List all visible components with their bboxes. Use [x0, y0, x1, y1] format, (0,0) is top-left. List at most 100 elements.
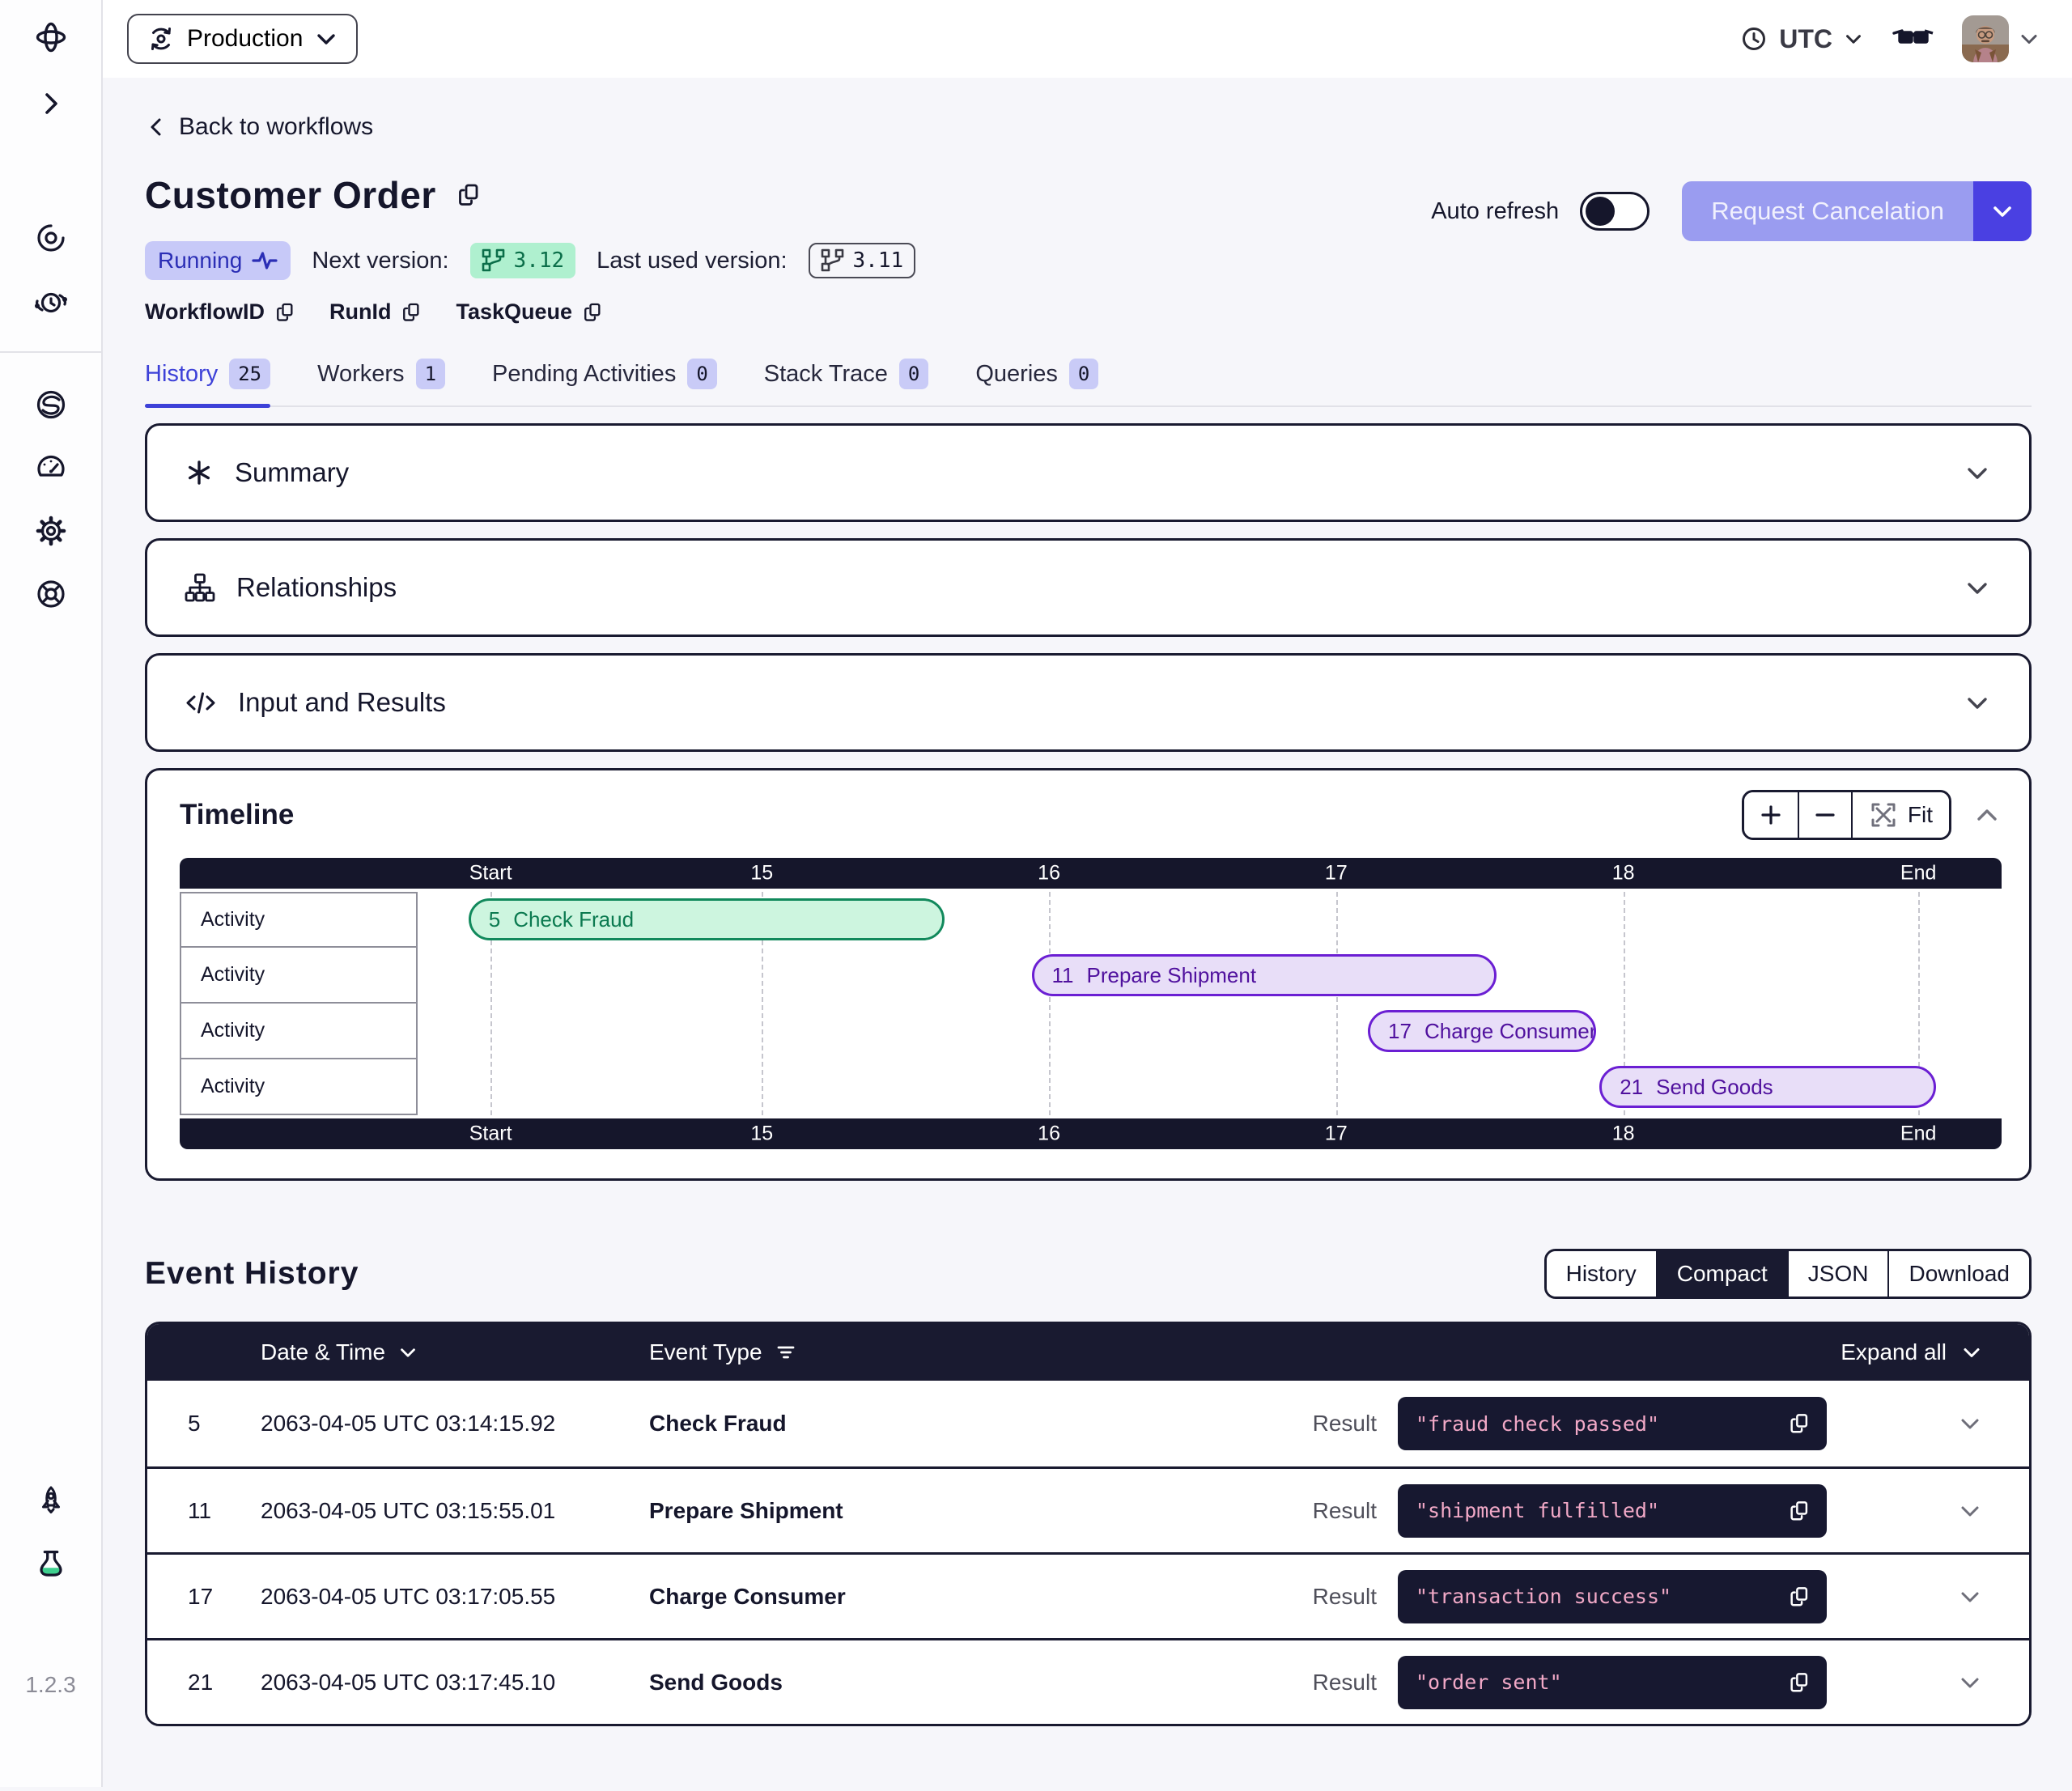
namespace-icon[interactable] — [32, 385, 70, 424]
chevron-down-icon — [397, 1341, 419, 1364]
getting-started-rocket-icon[interactable] — [32, 1481, 70, 1520]
event-history-view-switcher: HistoryCompactJSONDownload — [1544, 1249, 2032, 1299]
view-download-button[interactable]: Download — [1887, 1251, 2029, 1297]
input-results-section[interactable]: Input and Results — [145, 653, 2032, 752]
copy-icon[interactable] — [1786, 1584, 1812, 1610]
chevron-down-icon[interactable] — [1963, 458, 1992, 487]
event-id: 5 — [188, 1411, 261, 1437]
tab-workers[interactable]: Workers1 — [317, 359, 445, 405]
copy-icon[interactable] — [1786, 1411, 1812, 1437]
expand-row-chevron-icon[interactable] — [1956, 1410, 1984, 1437]
copy-icon[interactable] — [454, 180, 483, 210]
user-avatar[interactable] — [1962, 15, 2009, 62]
clock-icon — [1739, 23, 1769, 54]
expand-row-chevron-icon[interactable] — [1956, 1583, 1984, 1611]
tab-count-badge: 0 — [687, 359, 716, 389]
left-sidebar: 1.2.3 — [0, 0, 103, 1787]
settings-gear-icon[interactable] — [32, 511, 70, 550]
copy-icon[interactable] — [273, 300, 297, 325]
timeline-bar-prepare-shipment[interactable]: 11Prepare Shipment — [1032, 954, 1497, 996]
tab-pending-activities[interactable]: Pending Activities 0 — [492, 359, 717, 405]
meta-workflowid[interactable]: WorkflowID — [145, 299, 297, 325]
plus-icon — [1758, 802, 1784, 828]
request-cancelation-button[interactable]: Request Cancelation — [1682, 181, 2032, 241]
labs-flask-icon[interactable] — [32, 1544, 70, 1583]
timeline-row-label: Activity — [180, 1058, 418, 1116]
copy-icon[interactable] — [1786, 1670, 1812, 1696]
event-type: Charge Consumer — [649, 1584, 846, 1610]
labs-glasses-icon[interactable] — [1892, 23, 1934, 55]
app-version: 1.2.3 — [25, 1672, 75, 1698]
expand-row-chevron-icon[interactable] — [1956, 1669, 1984, 1696]
back-to-workflows-link[interactable]: Back to workflows — [145, 113, 373, 141]
timeline-panel: Timeline Fit — [145, 768, 2032, 1181]
meta-taskqueue[interactable]: TaskQueue — [456, 299, 605, 325]
timeline-bar-check-fraud[interactable]: 5Check Fraud — [469, 898, 945, 940]
event-row[interactable]: 17 2063-04-05 UTC 03:17:05.55 Charge Con… — [147, 1552, 2029, 1638]
timeline-row-label: Activity — [180, 946, 418, 1004]
tab-label: Pending Activities — [492, 361, 676, 388]
event-type: Send Goods — [649, 1670, 783, 1696]
support-lifebuoy-icon[interactable] — [32, 575, 70, 613]
zoom-in-button[interactable] — [1744, 792, 1798, 838]
copy-icon[interactable] — [399, 300, 423, 325]
chevron-down-icon — [1959, 1340, 1984, 1364]
branch-icon — [821, 248, 845, 273]
event-row[interactable]: 21 2063-04-05 UTC 03:17:45.10 Send Goods… — [147, 1638, 2029, 1724]
bar-label: Send Goods — [1656, 1075, 1773, 1100]
column-event-type[interactable]: Event Type — [649, 1339, 796, 1365]
usage-gauge-icon[interactable] — [32, 448, 70, 487]
request-cancelation-label[interactable]: Request Cancelation — [1682, 181, 1973, 241]
relationships-section-label: Relationships — [236, 572, 1963, 603]
chevron-up-icon — [1972, 800, 2002, 830]
cancelation-dropdown-button[interactable] — [1973, 181, 2032, 241]
result-chip: "order sent" — [1398, 1656, 1827, 1709]
summary-section[interactable]: Summary — [145, 423, 2032, 522]
meta-runid[interactable]: RunId — [329, 299, 423, 325]
auto-refresh-toggle[interactable] — [1580, 192, 1650, 231]
environment-label: Production — [187, 25, 303, 53]
zoom-out-button[interactable] — [1798, 792, 1851, 838]
result-value: "shipment fulfilled" — [1416, 1499, 1659, 1522]
collapse-timeline-button[interactable] — [1972, 800, 2002, 830]
fit-label: Fit — [1908, 802, 1933, 828]
column-date-time[interactable]: Date & Time — [261, 1339, 649, 1365]
copy-icon[interactable] — [580, 300, 605, 325]
axis-tick-label: 15 — [750, 862, 773, 885]
chevron-down-icon[interactable] — [2017, 27, 2041, 51]
tab-history[interactable]: History25 — [145, 359, 270, 405]
branch-icon — [482, 248, 506, 273]
view-json-button[interactable]: JSON — [1787, 1251, 1888, 1297]
relationships-section[interactable]: Relationships — [145, 538, 2032, 637]
copy-icon[interactable] — [1786, 1498, 1812, 1524]
expand-row-chevron-icon[interactable] — [1956, 1497, 1984, 1525]
tab-stack-trace[interactable]: Stack Trace0 — [764, 359, 929, 405]
event-row[interactable]: 11 2063-04-05 UTC 03:15:55.01 Prepare Sh… — [147, 1466, 2029, 1552]
chevron-down-icon[interactable] — [1963, 573, 1992, 602]
event-row[interactable]: 5 2063-04-05 UTC 03:14:15.92 Check Fraud… — [147, 1381, 2029, 1466]
expand-all-button[interactable]: Expand all — [1841, 1339, 1984, 1365]
axis-tick-label: Start — [469, 862, 512, 885]
chevron-down-icon[interactable] — [1963, 688, 1992, 717]
timezone-selector[interactable]: UTC — [1739, 23, 1865, 54]
tab-label: Stack Trace — [764, 361, 888, 388]
environment-selector[interactable]: Production — [127, 14, 358, 64]
result-label: Result — [1313, 1411, 1377, 1437]
axis-tick-label: 16 — [1038, 1123, 1060, 1146]
axis-tick-label: 18 — [1612, 1123, 1635, 1146]
next-version-label: Next version: — [312, 248, 448, 274]
timeline-bar-send-goods[interactable]: 21Send Goods — [1599, 1066, 1936, 1108]
expand-sidebar-chevron-icon[interactable] — [32, 84, 70, 123]
view-compact-button[interactable]: Compact — [1656, 1251, 1787, 1297]
schedules-icon[interactable] — [32, 283, 70, 322]
chevron-down-icon — [314, 27, 338, 51]
view-history-button[interactable]: History — [1547, 1251, 1656, 1297]
result-label: Result — [1313, 1498, 1377, 1524]
event-history-header: Date & Time Event Type Expand all — [147, 1324, 2029, 1381]
tab-queries[interactable]: Queries0 — [975, 359, 1098, 405]
timeline-bar-charge-consumer[interactable]: 17Charge Consumer — [1368, 1010, 1596, 1052]
fit-button[interactable]: Fit — [1851, 792, 1949, 838]
timeline-row: Activity5Check Fraud — [180, 892, 2002, 948]
workflows-icon[interactable] — [32, 219, 70, 257]
bar-event-id: 5 — [489, 907, 500, 932]
